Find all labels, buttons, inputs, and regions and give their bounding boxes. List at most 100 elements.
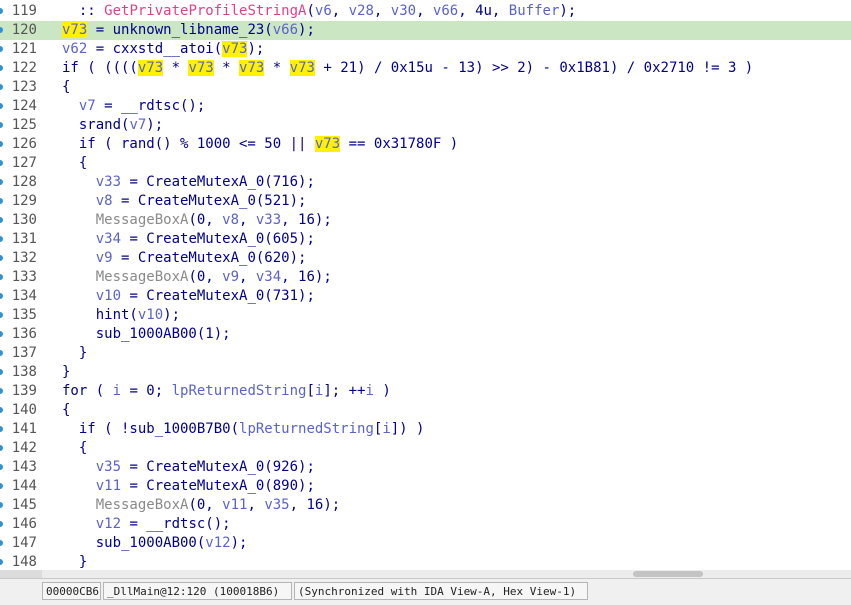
var-token[interactable]: i	[365, 383, 373, 399]
code-line[interactable]: 136 sub_1000AB00(1);	[0, 325, 851, 344]
var-token[interactable]: v62	[62, 41, 87, 57]
code-line[interactable]: 128 v33 = CreateMutexA_0(716);	[0, 173, 851, 192]
var-token[interactable]: v12	[205, 535, 230, 551]
breakpoint-dot-icon[interactable]	[0, 293, 3, 299]
highlighted-token[interactable]: v73	[314, 136, 341, 152]
code-line[interactable]: 120 v73 = unknown_libname_23(v66);	[0, 21, 851, 40]
code-line[interactable]: 146 v12 = __rdtsc();	[0, 515, 851, 534]
horizontal-scrollbar[interactable]	[42, 570, 851, 578]
breakpoint-dot-icon[interactable]	[0, 521, 3, 527]
breakpoint-dot-icon[interactable]	[0, 65, 3, 71]
var-token[interactable]: v30	[391, 3, 416, 19]
var-token[interactable]: v66	[273, 22, 298, 38]
code-line[interactable]: 121 v62 = cxxstd__atoi(v73);	[0, 40, 851, 59]
code-line[interactable]: 144 v11 = CreateMutexA_0(890);	[0, 477, 851, 496]
breakpoint-dot-icon[interactable]	[0, 122, 3, 128]
code-text[interactable]: v35 = CreateMutexA_0(926);	[62, 458, 315, 477]
code-text[interactable]: v11 = CreateMutexA_0(890);	[62, 477, 315, 496]
gray-token[interactable]: MessageBoxA	[96, 497, 189, 513]
code-text[interactable]: {	[62, 154, 87, 173]
breakpoint-dot-icon[interactable]	[0, 236, 3, 242]
code-line[interactable]: 145 MessageBoxA(0, v11, v35, 16);	[0, 496, 851, 515]
code-line[interactable]: 139 for ( i = 0; lpReturnedString[i]; ++i…	[0, 382, 851, 401]
var-token[interactable]: v6	[315, 3, 332, 19]
var-token[interactable]: v35	[264, 497, 289, 513]
var-token[interactable]: Buffer	[509, 3, 560, 19]
var-token[interactable]: v35	[96, 459, 121, 475]
breakpoint-dot-icon[interactable]	[0, 8, 3, 14]
breakpoint-dot-icon[interactable]	[0, 350, 3, 356]
code-text[interactable]: sub_1000AB00(1);	[62, 325, 231, 344]
code-line[interactable]: 147 sub_1000AB00(v12);	[0, 534, 851, 553]
var-token[interactable]: v7	[79, 98, 96, 114]
breakpoint-dot-icon[interactable]	[0, 464, 3, 470]
breakpoint-dot-icon[interactable]	[0, 255, 3, 261]
var-token[interactable]: lpReturnedString	[172, 383, 307, 399]
breakpoint-dot-icon[interactable]	[0, 160, 3, 166]
breakpoint-dot-icon[interactable]	[0, 559, 3, 565]
breakpoint-dot-icon[interactable]	[0, 445, 3, 451]
code-text[interactable]: v10 = CreateMutexA_0(731);	[62, 287, 315, 306]
var-token[interactable]: lpReturnedString	[239, 421, 374, 437]
var-token[interactable]: v9	[222, 269, 239, 285]
breakpoint-dot-icon[interactable]	[0, 540, 3, 546]
var-token[interactable]: v33	[96, 174, 121, 190]
code-line[interactable]: 122 if ( ((((v73 * v73 * v73 * v73 + 21) …	[0, 59, 851, 78]
code-text[interactable]: v33 = CreateMutexA_0(716);	[62, 173, 315, 192]
code-line[interactable]: 126 if ( rand() % 1000 <= 50 || v73 == 0…	[0, 135, 851, 154]
code-text[interactable]: if ( rand() % 1000 <= 50 || v73 == 0x317…	[62, 135, 458, 154]
var-token[interactable]: v11	[96, 478, 121, 494]
code-line[interactable]: 132 v9 = CreateMutexA_0(620);	[0, 249, 851, 268]
code-text[interactable]: v62 = cxxstd__atoi(v73);	[62, 40, 264, 59]
code-line[interactable]: 129 v8 = CreateMutexA_0(521);	[0, 192, 851, 211]
code-text[interactable]: sub_1000AB00(v12);	[62, 534, 248, 553]
horizontal-scrollbar-thumb[interactable]	[633, 571, 703, 577]
var-token[interactable]: i	[113, 383, 121, 399]
breakpoint-dot-icon[interactable]	[0, 103, 3, 109]
var-token[interactable]: v66	[433, 3, 458, 19]
gray-token[interactable]: MessageBoxA	[96, 269, 189, 285]
code-text[interactable]: {	[62, 78, 70, 97]
code-text[interactable]: {	[62, 401, 70, 420]
breakpoint-dot-icon[interactable]	[0, 407, 3, 413]
breakpoint-dot-icon[interactable]	[0, 502, 3, 508]
code-line[interactable]: 134 v10 = CreateMutexA_0(731);	[0, 287, 851, 306]
code-text[interactable]: MessageBoxA(0, v11, v35, 16);	[62, 496, 340, 515]
var-token[interactable]: v8	[222, 212, 239, 228]
code-line[interactable]: 127 {	[0, 154, 851, 173]
breakpoint-dot-icon[interactable]	[0, 369, 3, 375]
code-line[interactable]: 140 {	[0, 401, 851, 420]
var-token[interactable]: v11	[222, 497, 247, 513]
highlighted-token[interactable]: v73	[222, 41, 248, 57]
breakpoint-dot-icon[interactable]	[0, 141, 3, 147]
code-text[interactable]: v7 = __rdtsc();	[62, 97, 205, 116]
code-text[interactable]: MessageBoxA(0, v9, v34, 16);	[62, 268, 332, 287]
code-line[interactable]: 138}	[0, 363, 851, 382]
breakpoint-dot-icon[interactable]	[0, 331, 3, 337]
code-text[interactable]: srand(v7);	[62, 116, 163, 135]
code-text[interactable]: v73 = unknown_libname_23(v66);	[62, 21, 315, 40]
code-line[interactable]: 142 {	[0, 439, 851, 458]
code-line[interactable]: 131 v34 = CreateMutexA_0(605);	[0, 230, 851, 249]
code-line[interactable]: 124 v7 = __rdtsc();	[0, 97, 851, 116]
var-token[interactable]: v10	[96, 288, 121, 304]
var-token[interactable]: v34	[256, 269, 281, 285]
api-token[interactable]: GetPrivateProfileStringA	[104, 3, 306, 19]
var-token[interactable]: v33	[256, 212, 281, 228]
code-text[interactable]: }	[62, 344, 87, 363]
breakpoint-dot-icon[interactable]	[0, 84, 3, 90]
breakpoint-dot-icon[interactable]	[0, 46, 3, 52]
code-text[interactable]: if ( !sub_1000B7B0(lpReturnedString[i]) …	[62, 420, 425, 439]
code-text[interactable]: hint(v10);	[62, 306, 180, 325]
var-token[interactable]: v7	[129, 117, 146, 133]
breakpoint-dot-icon[interactable]	[0, 27, 3, 33]
code-line[interactable]: 123 {	[0, 78, 851, 97]
code-text[interactable]: }	[62, 363, 70, 382]
breakpoint-dot-icon[interactable]	[0, 388, 3, 394]
code-line[interactable]: 135 hint(v10);	[0, 306, 851, 325]
var-token[interactable]: v28	[349, 3, 374, 19]
code-text[interactable]: {	[62, 439, 87, 458]
code-line[interactable]: 137 }	[0, 344, 851, 363]
highlighted-token[interactable]: v73	[188, 60, 214, 76]
var-token[interactable]: i	[382, 421, 390, 437]
